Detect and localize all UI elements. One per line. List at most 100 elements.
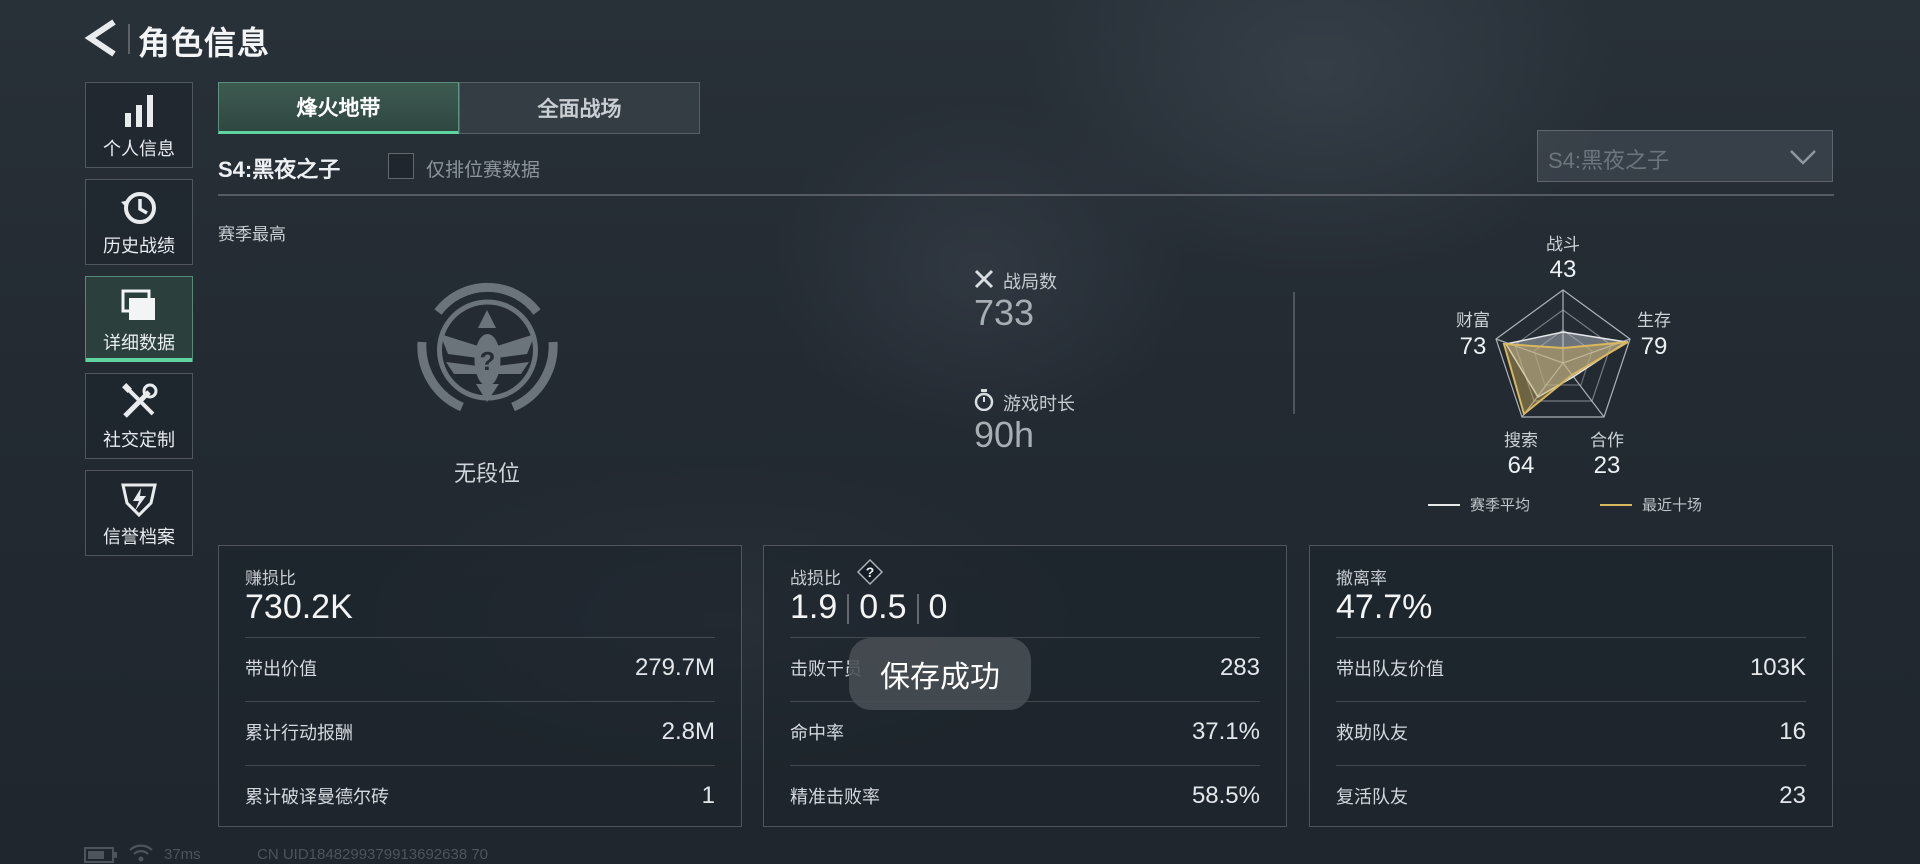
legend-season-average: 赛季平均 <box>1428 494 1530 515</box>
kd-separator <box>847 594 850 625</box>
vertical-divider <box>1293 292 1295 414</box>
sidebar-item-history[interactable]: 历史战绩 <box>85 179 193 265</box>
extract-card: 撤离率 47.7% 带出队友价值 103K 救助队友 16 复活队友 23 <box>1309 545 1833 827</box>
shield-icon <box>121 483 157 518</box>
bar-chart-icon <box>125 95 153 127</box>
profit-card: 赚损比 730.2K 带出价值 279.7M 累计行动报酬 2.8M 累计破译曼… <box>218 545 742 827</box>
row-value: 103K <box>1749 654 1806 681</box>
radar-axis-label: 战斗 <box>1546 235 1580 254</box>
legend-line <box>1428 503 1460 506</box>
svg-text:?: ? <box>480 346 496 376</box>
radar-axis-value: 73 <box>1459 333 1487 360</box>
season-best-label: 赛季最高 <box>218 225 286 244</box>
row-label: 复活队友 <box>1336 787 1408 807</box>
card-row: 救助队友 16 <box>1336 701 1806 762</box>
radar-axis-label: 生存 <box>1637 311 1671 330</box>
uid-text: CN UID1848299379913692638 70 <box>257 846 489 863</box>
radar-axis-value: 79 <box>1640 333 1668 360</box>
card-row: 累计破译曼德尔砖 1 <box>245 765 715 826</box>
sidebar-item-social[interactable]: 社交定制 <box>85 373 193 459</box>
sidebar-item-label: 详细数据 <box>103 333 175 353</box>
card-title: 撤离率 <box>1336 569 1387 588</box>
playtime-label: 游戏时长 <box>1003 394 1075 414</box>
row-value: 16 <box>1779 718 1806 745</box>
card-row: 累计行动报酬 2.8M <box>245 701 715 762</box>
season-select-value: S4:黑夜之子 <box>1548 148 1670 173</box>
stopwatch-icon <box>974 389 994 411</box>
save-success-toast: 保存成功 <box>849 638 1031 710</box>
ranked-only-checkbox[interactable] <box>388 153 414 179</box>
sidebar-item-reputation[interactable]: 信誉档案 <box>85 470 193 556</box>
sidebar-item-label: 历史战绩 <box>103 236 175 256</box>
ranked-only-label: 仅排位赛数据 <box>426 160 541 181</box>
back-arrow-icon[interactable] <box>84 18 120 58</box>
radar-axis-label: 财富 <box>1456 311 1490 330</box>
row-label: 累计破译曼德尔砖 <box>245 787 389 807</box>
legend-label: 最近十场 <box>1642 497 1703 514</box>
rank-emblem-icon: ? <box>417 282 558 412</box>
sidebar-item-personal-info[interactable]: 个人信息 <box>85 82 193 168</box>
card-row: 带出队友价值 103K <box>1336 637 1806 698</box>
kd-value: 0.5 <box>859 588 907 626</box>
row-value: 1 <box>701 782 715 809</box>
row-label: 带出价值 <box>245 659 317 679</box>
battles-value: 733 <box>974 292 1035 333</box>
season-label: S4:黑夜之子 <box>218 157 341 182</box>
row-value: 279.7M <box>634 654 715 681</box>
card-row: 复活队友 23 <box>1336 765 1806 826</box>
row-label: 精准击败率 <box>790 787 880 807</box>
row-value: 283 <box>1219 654 1260 681</box>
sidebar-item-label: 信誉档案 <box>103 527 175 547</box>
row-label: 救助队友 <box>1336 723 1408 743</box>
row-label: 带出队友价值 <box>1336 659 1444 679</box>
playtime-value: 90h <box>974 414 1035 455</box>
kd-separator <box>916 594 919 625</box>
radar-axis-value: 64 <box>1507 452 1535 479</box>
legend-recent-ten: 最近十场 <box>1600 494 1702 515</box>
radar-recent-ten-area <box>1502 341 1629 416</box>
row-value: 37.1% <box>1191 718 1260 745</box>
tab-fenghuo-zone[interactable]: 烽火地带 <box>218 82 459 134</box>
folder-icon <box>121 289 155 320</box>
crossed-swords-icon <box>974 269 994 289</box>
section-divider <box>218 194 1834 196</box>
row-label: 命中率 <box>790 723 844 743</box>
rank-name: 无段位 <box>454 461 521 486</box>
sidebar-item-label: 个人信息 <box>103 139 175 159</box>
row-label: 累计行动报酬 <box>245 723 353 743</box>
card-main-value: 730.2K <box>245 588 353 626</box>
sidebar-item-label: 社交定制 <box>103 430 175 450</box>
radar-axis-value: 23 <box>1593 452 1621 479</box>
radar-axis-label: 搜索 <box>1504 431 1538 450</box>
tab-full-battlefield[interactable]: 全面战场 <box>459 82 700 134</box>
chevron-down-icon <box>1790 150 1816 165</box>
tools-icon <box>122 383 158 418</box>
card-title: 赚损比 <box>245 569 296 588</box>
svg-text:?: ? <box>866 564 875 580</box>
wifi-icon <box>129 844 153 862</box>
battles-label: 战局数 <box>1003 272 1057 292</box>
kd-value: 1.9 <box>790 588 838 626</box>
radar-axis-value: 43 <box>1549 256 1577 283</box>
ping-text: 37ms <box>164 846 201 863</box>
legend-line <box>1600 503 1632 506</box>
battery-icon <box>84 847 117 863</box>
row-value: 23 <box>1779 782 1806 809</box>
sidebar-item-detailed-data[interactable]: 详细数据 <box>85 276 193 362</box>
row-value: 2.8M <box>661 718 715 745</box>
help-icon[interactable]: ? <box>856 558 884 586</box>
card-title: 战损比 <box>790 569 841 588</box>
title-separator <box>128 24 130 54</box>
card-row: 带出价值 279.7M <box>245 637 715 698</box>
card-row: 精准击败率 58.5% <box>790 765 1260 826</box>
legend-label: 赛季平均 <box>1470 497 1531 514</box>
kd-value: 0 <box>928 588 948 626</box>
card-row: 命中率 37.1% <box>790 701 1260 762</box>
row-value: 58.5% <box>1191 782 1260 809</box>
card-main-value: 47.7% <box>1336 588 1433 626</box>
season-select[interactable]: S4:黑夜之子 <box>1537 130 1833 182</box>
radar-axis-label: 合作 <box>1590 431 1624 450</box>
kd-values: 1.9 0.5 0 <box>790 588 947 627</box>
page-title: 角色信息 <box>138 25 271 61</box>
history-clock-icon <box>121 192 156 224</box>
